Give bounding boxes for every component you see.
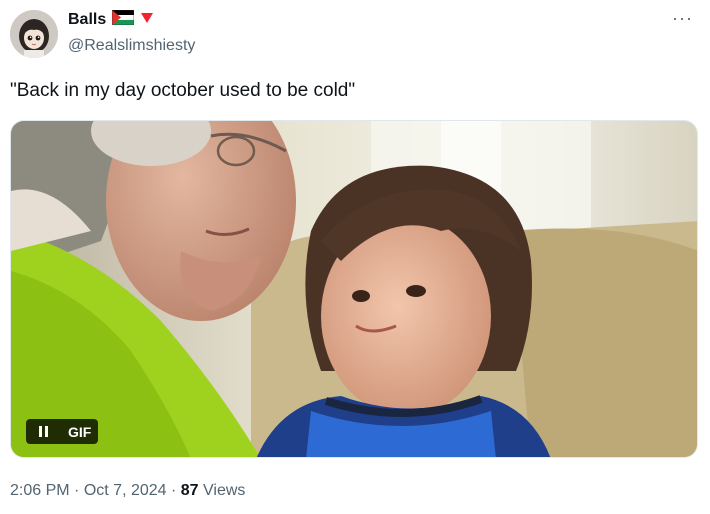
separator: · <box>171 482 177 499</box>
avatar[interactable] <box>10 10 58 58</box>
views-count: 87 <box>180 482 199 499</box>
gif-media[interactable]: GIF <box>10 120 698 458</box>
red-heart-triangle-icon <box>140 11 154 29</box>
more-horizontal-icon[interactable]: ··· <box>672 8 693 29</box>
author-name-row: Balls <box>68 9 154 30</box>
gif-badge[interactable]: GIF <box>26 419 98 444</box>
palestine-flag-icon <box>111 9 135 30</box>
tweet-text: "Back in my day october used to be cold" <box>10 80 356 101</box>
pause-icon[interactable] <box>32 419 54 444</box>
separator: · <box>74 482 80 499</box>
tweet-date[interactable]: Oct 7, 2024 <box>84 482 167 499</box>
user-handle[interactable]: @Realslimshiesty <box>68 36 195 56</box>
tweet-metadata: 2:06 PM · Oct 7, 2024 · 87 Views <box>10 481 245 501</box>
gif-label: GIF <box>68 423 92 440</box>
tweet-time[interactable]: 2:06 PM <box>10 482 70 499</box>
views-label: Views <box>203 482 246 499</box>
gif-frame <box>11 121 697 457</box>
display-name[interactable]: Balls <box>68 10 106 30</box>
